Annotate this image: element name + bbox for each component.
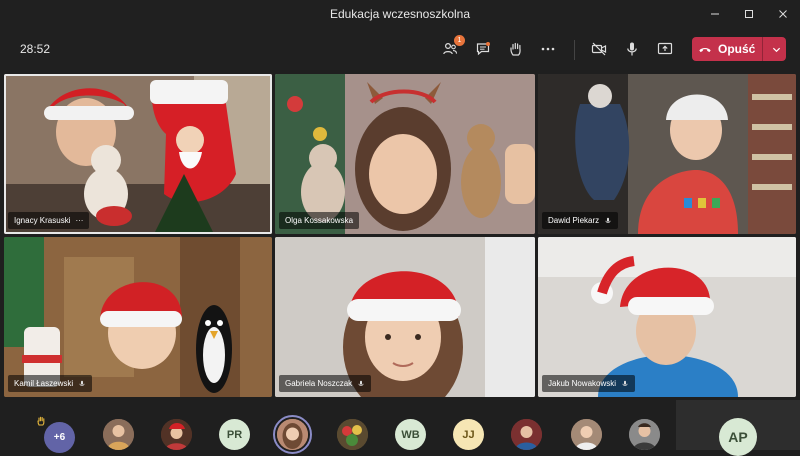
participant-name-tag: Ignacy Krasuski ···: [8, 212, 90, 229]
more-actions-button[interactable]: [537, 38, 559, 60]
meeting-toolbar: 28:52 1 Opuść: [0, 28, 800, 70]
avatar[interactable]: [511, 419, 542, 450]
video-tile[interactable]: Dawid Piekarz: [538, 74, 796, 234]
participant-name: Dawid Piekarz: [548, 216, 600, 225]
hang-up-icon: [692, 37, 718, 61]
ellipsis-icon: [541, 47, 555, 51]
participant-name: Kamil Łaszewski: [14, 379, 74, 388]
close-icon: [779, 10, 787, 18]
video-tile[interactable]: Kamil Łaszewski: [4, 237, 272, 397]
avatar[interactable]: [337, 419, 368, 450]
share-screen-icon: [657, 42, 673, 55]
minimize-button[interactable]: [698, 0, 732, 28]
leave-options-button[interactable]: [766, 37, 786, 61]
participant-more-icon[interactable]: ···: [75, 216, 83, 225]
avatar[interactable]: [161, 419, 192, 450]
raised-hand-icon: [37, 416, 45, 426]
video-tile[interactable]: Ignacy Krasuski ···: [4, 74, 272, 234]
camera-off-icon: [591, 42, 607, 56]
participant-name-tag: Kamil Łaszewski: [8, 375, 93, 392]
video-feed: [538, 237, 796, 397]
leave-label: Opuść: [718, 42, 756, 56]
video-feed: [538, 74, 796, 234]
close-window-button[interactable]: [766, 0, 800, 28]
maximize-button[interactable]: [732, 0, 766, 28]
avatar-initials[interactable]: JJ: [453, 419, 484, 450]
video-feed: [4, 237, 272, 397]
meeting-timer: 28:52: [20, 42, 51, 56]
video-tile[interactable]: Gabriela Noszczak: [275, 237, 535, 397]
self-avatar-initials[interactable]: AP: [719, 418, 757, 456]
minimize-icon: [711, 13, 719, 15]
leave-separator: [762, 37, 763, 61]
participant-name: Gabriela Noszczak: [285, 379, 353, 388]
participant-name-tag: Dawid Piekarz: [542, 212, 619, 229]
camera-toggle-button[interactable]: [588, 38, 610, 60]
participant-name-tag: Jakub Nowakowski: [542, 375, 636, 392]
participant-name: Olga Kossakowska: [285, 216, 354, 225]
avatar[interactable]: [629, 419, 660, 450]
share-screen-button[interactable]: [654, 38, 676, 60]
chat-button[interactable]: [472, 38, 494, 60]
leave-button[interactable]: Opuść: [692, 37, 786, 61]
microphone-button[interactable]: [621, 38, 643, 60]
more-participants-button[interactable]: +6: [44, 422, 75, 453]
microphone-icon: [358, 380, 364, 386]
chat-icon: [476, 42, 490, 56]
title-bar: Edukacja wczesnoszkolna: [0, 0, 800, 28]
window-controls: [698, 0, 800, 28]
raise-hand-button[interactable]: [505, 38, 527, 60]
participant-name: Jakub Nowakowski: [548, 379, 617, 388]
chevron-down-icon: [772, 47, 780, 52]
video-tile[interactable]: Jakub Nowakowski: [538, 237, 796, 397]
avatar-speaking[interactable]: [273, 415, 312, 454]
maximize-icon: [745, 10, 753, 18]
participants-button[interactable]: 1: [439, 35, 465, 60]
participant-name-tag: Olga Kossakowska: [279, 212, 360, 229]
toolbar-divider: [574, 40, 575, 60]
participant-name-tag: Gabriela Noszczak: [279, 375, 372, 392]
avatar[interactable]: [103, 419, 134, 450]
microphone-icon: [627, 42, 637, 56]
participants-badge: 1: [454, 35, 465, 46]
video-grid: Ignacy Krasuski ··· Olga Kossakowska Daw…: [0, 70, 800, 400]
video-tile[interactable]: Olga Kossakowska: [275, 74, 535, 234]
microphone-icon: [622, 380, 628, 386]
microphone-icon: [79, 380, 85, 386]
video-feed: [275, 237, 535, 397]
avatar[interactable]: [571, 419, 602, 450]
video-feed: [4, 74, 272, 234]
microphone-icon: [605, 217, 611, 223]
participant-name: Ignacy Krasuski: [14, 216, 71, 225]
video-feed: [275, 74, 535, 234]
window-title: Edukacja wczesnoszkolna: [329, 7, 471, 21]
avatar-initials[interactable]: PR: [219, 419, 250, 450]
hand-icon: [510, 42, 521, 56]
avatar-initials[interactable]: WB: [395, 419, 426, 450]
